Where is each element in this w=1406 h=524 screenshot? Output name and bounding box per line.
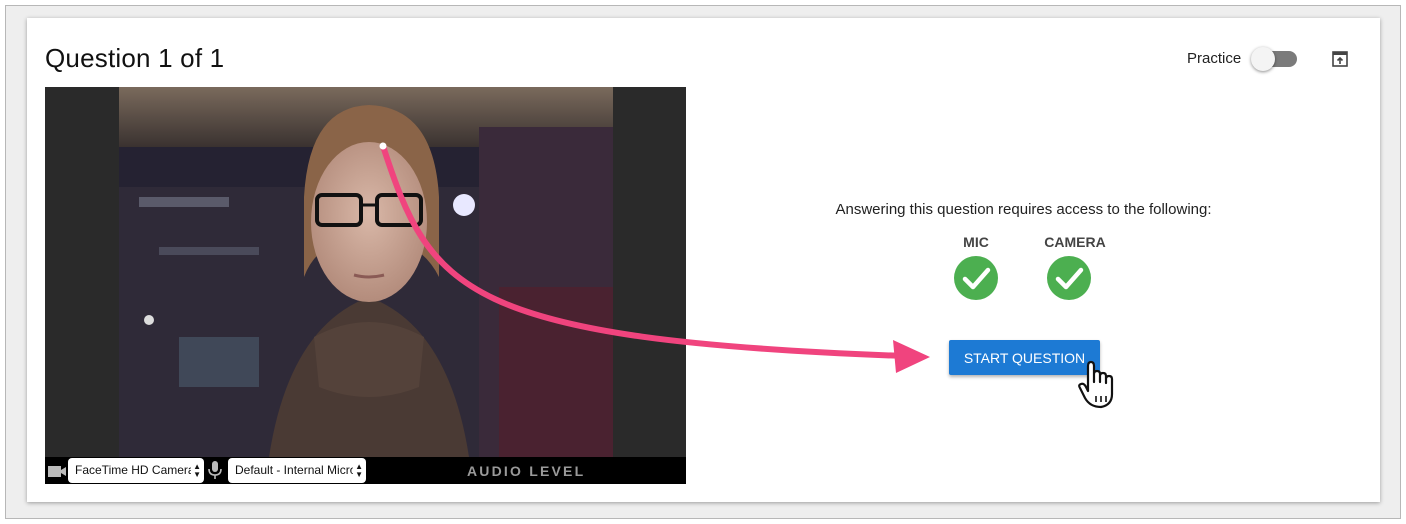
- mic-check-icon: [954, 256, 998, 300]
- device-bar: FaceTime HD Camera ▲ ▼ Default - Internal…: [45, 457, 686, 484]
- camera-permission-label: CAMERA: [1044, 234, 1106, 250]
- question-card: Question 1 of 1 Practice FaceTime HD Cam…: [27, 18, 1380, 502]
- audio-level-label: AUDIO LEVEL: [467, 463, 586, 479]
- camera-feed: [119, 87, 613, 457]
- page-title: Question 1 of 1: [45, 43, 225, 73]
- popout-icon[interactable]: [1331, 50, 1349, 68]
- practice-label: Practice: [1187, 50, 1242, 67]
- video-preview: FaceTime HD Camera ▲ ▼ Default - Internal…: [45, 87, 686, 484]
- toggle-knob: [1251, 47, 1275, 71]
- camera-select[interactable]: FaceTime HD Camera ▲ ▼: [68, 458, 204, 483]
- camera-select-value: FaceTime HD Camera: [75, 463, 191, 477]
- hand-cursor-icon: [1078, 360, 1114, 409]
- camera-check-icon: [1047, 256, 1091, 300]
- microphone-select[interactable]: Default - Internal Microphone ▲▼: [228, 458, 366, 483]
- microphone-icon: [208, 461, 222, 479]
- microphone-select-value: Default - Internal Microphone: [235, 463, 353, 477]
- practice-toggle[interactable]: [1251, 47, 1297, 71]
- mic-permission-label: MIC: [963, 234, 989, 250]
- camera-feed-image: [119, 87, 613, 457]
- select-arrows-icon: ▲ ▼: [193, 462, 201, 479]
- select-arrows-icon: ▲ ▼: [355, 462, 363, 479]
- permissions-requirement-text: Answering this question requires access …: [835, 201, 1212, 218]
- camera-icon: [48, 466, 66, 477]
